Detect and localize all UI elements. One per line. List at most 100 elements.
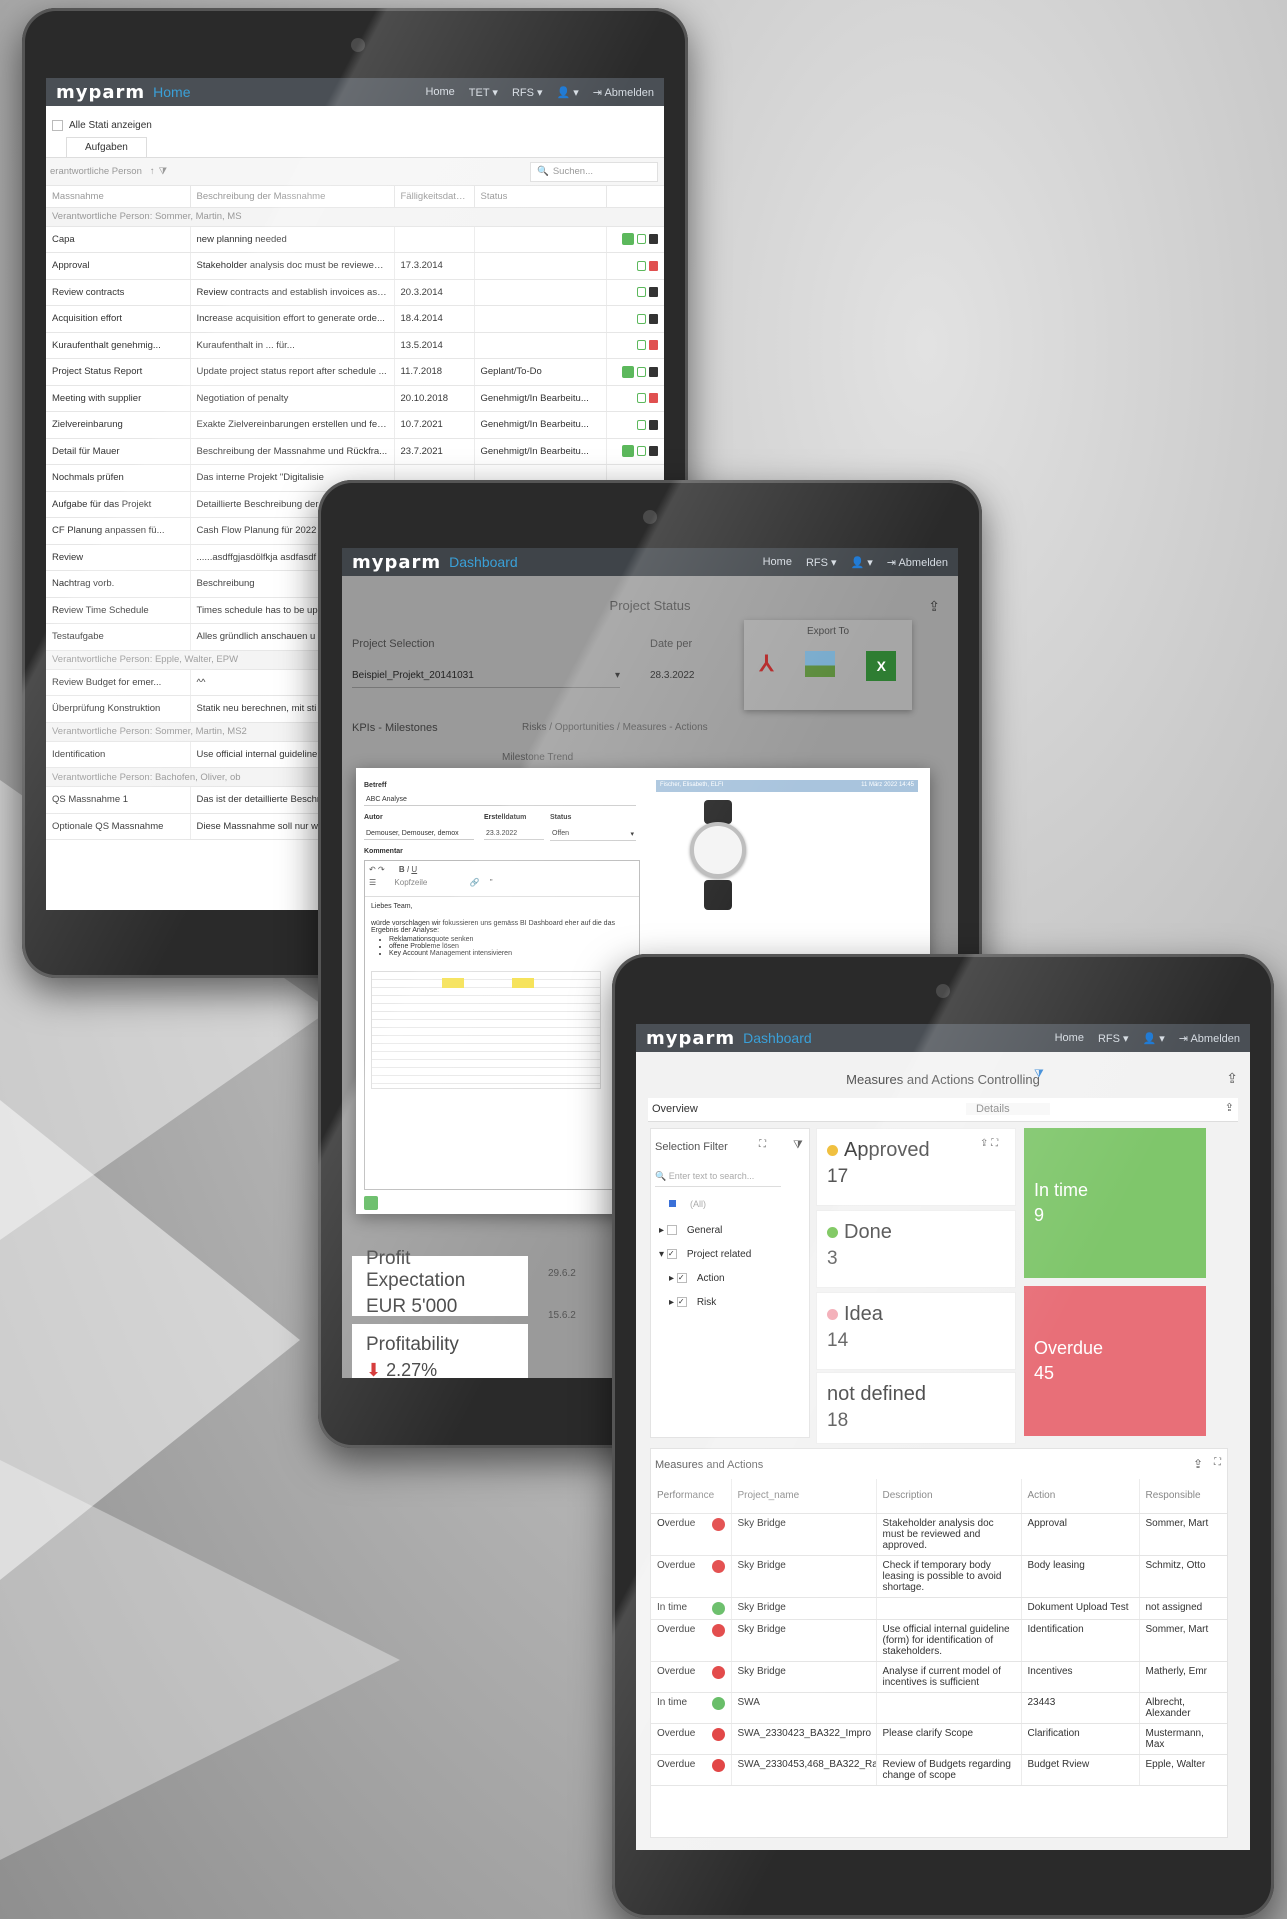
save-icon[interactable] <box>621 445 634 458</box>
save-icon[interactable] <box>621 233 634 246</box>
table-row[interactable]: In time Sky Bridge Dokument Upload Test not… <box>651 1597 1227 1620</box>
delete-icon[interactable] <box>648 366 658 377</box>
edit-icon[interactable] <box>636 393 646 404</box>
tree-all[interactable]: (All) <box>669 1199 706 1209</box>
project-select[interactable]: Beispiel_Projekt_20141031 ▾ <box>352 664 620 688</box>
table-row[interactable]: Overdue Sky Bridge Use official internal g… <box>651 1619 1227 1662</box>
image-icon[interactable] <box>804 651 835 677</box>
edit-icon[interactable] <box>636 366 646 377</box>
pdf-icon[interactable]: ⅄ <box>760 651 773 681</box>
nav-home[interactable]: Home <box>425 86 454 99</box>
table-row[interactable]: Overdue Sky Bridge Analyse if current mode… <box>651 1661 1227 1693</box>
tree-project-related[interactable]: ▾ ✓ Project related <box>659 1249 751 1260</box>
excel-icon[interactable]: X <box>866 651 897 681</box>
nav-logout[interactable]: ⇥ Abmelden <box>887 556 948 569</box>
nav-rfs[interactable]: RFS ▾ <box>512 86 543 99</box>
table-row[interactable]: Project Status Report Update project stat… <box>46 358 664 386</box>
tab-overview[interactable]: Overview <box>652 1103 698 1115</box>
column-header[interactable]: Action <box>1021 1479 1140 1514</box>
list-icon[interactable]: ☰ <box>369 878 376 887</box>
edit-icon[interactable] <box>636 234 646 245</box>
filter-icon[interactable]: ⧩ <box>159 166 167 177</box>
date-field[interactable]: 28.3.2022 <box>650 670 695 681</box>
group-by-chip[interactable]: erantwortliche Person <box>46 166 146 177</box>
save-icon[interactable] <box>621 365 634 378</box>
nav-home[interactable]: Home <box>1055 1032 1084 1045</box>
table-row[interactable]: Kuraufenthalt genehmig... Kuraufenthalt i… <box>46 332 664 359</box>
filter-icon[interactable]: ⧩ <box>1034 1068 1044 1081</box>
delete-icon[interactable] <box>648 340 658 351</box>
delete-icon[interactable] <box>648 393 658 404</box>
table-row[interactable]: Zielvereinbarung Exakte Zielvereinbarunge… <box>46 411 664 439</box>
edit-icon[interactable] <box>636 446 646 457</box>
delete-icon[interactable] <box>648 313 658 324</box>
delete-icon[interactable] <box>648 234 658 245</box>
nav-user[interactable]: 👤 ▾ <box>851 556 873 569</box>
group-row[interactable]: Verantwortliche Person: Sommer, Martin, … <box>46 207 664 227</box>
column-header[interactable]: Description <box>876 1479 1022 1514</box>
expand-icon[interactable]: ⛶ <box>1214 1457 1221 1468</box>
nav-tet[interactable]: TET ▾ <box>469 86 498 99</box>
underline-icon[interactable]: U <box>411 865 417 874</box>
share-icon[interactable]: ⇪ <box>1193 1457 1203 1471</box>
share-icon[interactable]: ⇪ <box>928 598 940 615</box>
performance-tile[interactable]: In time 9 <box>1024 1128 1206 1278</box>
performance-tile[interactable]: Overdue 45 <box>1024 1286 1206 1436</box>
table-row[interactable]: Overdue SWA_2330453,468_BA322_RantoReview… <box>651 1754 1227 1786</box>
show-all-checkbox[interactable] <box>52 120 63 131</box>
italic-icon[interactable]: I <box>407 865 409 874</box>
nav-user[interactable]: 👤 ▾ <box>557 86 579 99</box>
nav-home[interactable]: Home <box>763 556 792 569</box>
save-button[interactable] <box>364 1196 378 1210</box>
status-kpi-card[interactable]: not defined 18 <box>816 1372 1016 1444</box>
table-row[interactable]: Capa new planning needed <box>46 226 664 253</box>
quote-icon[interactable]: " <box>490 878 493 887</box>
bold-icon[interactable]: B <box>399 865 405 874</box>
tree-general[interactable]: ▸ General <box>659 1225 722 1236</box>
redo-icon[interactable]: ↷ <box>378 865 385 874</box>
table-row[interactable]: Review contracts Review contracts and est… <box>46 279 664 306</box>
tree-action[interactable]: ▸ ✓ Action <box>669 1273 725 1284</box>
tab-aufgaben[interactable]: Aufgaben <box>66 137 147 157</box>
table-row[interactable]: Meeting with supplier Negotiation of pena… <box>46 385 664 412</box>
edit-icon[interactable] <box>636 313 646 324</box>
table-row[interactable]: Overdue SWA_2330423_BA322_Impro Please cla… <box>651 1723 1227 1755</box>
column-header[interactable]: Project_name <box>731 1479 877 1514</box>
link-icon[interactable]: 🔗 <box>470 878 480 887</box>
rich-text-editor[interactable]: ↶ ↷ B I U ☰ Kopfzeile 🔗 " Liebes Team, w… <box>364 860 640 1190</box>
sort-icon[interactable]: ↑ <box>150 166 155 177</box>
search-input[interactable]: 🔍 Suchen... <box>530 161 658 182</box>
erstelldatum-input[interactable]: 23.3.2022 <box>484 828 544 840</box>
column-header[interactable]: Responsible <box>1139 1479 1227 1514</box>
column-header[interactable]: Status <box>474 186 607 208</box>
filter-search-input[interactable]: 🔍 Enter text to search... <box>655 1165 781 1187</box>
tab-risks[interactable]: Risks / Opportunities / Measures - Actio… <box>522 722 708 733</box>
table-row[interactable]: Overdue Sky Bridge Stakeholder analysis do… <box>651 1513 1227 1556</box>
expand-icon[interactable]: ⛶ <box>759 1139 766 1150</box>
column-header[interactable]: Performance <box>651 1479 732 1514</box>
nav-logout[interactable]: ⇥ Abmelden <box>593 86 654 99</box>
table-row[interactable]: Approval Stakeholder analysis doc must be… <box>46 252 664 280</box>
tree-risk[interactable]: ▸ ✓ Risk <box>669 1297 716 1308</box>
tab-details[interactable]: Details <box>966 1103 1050 1115</box>
edit-icon[interactable] <box>636 260 646 271</box>
column-header[interactable]: Massnahme <box>46 186 191 208</box>
edit-icon[interactable] <box>636 419 646 430</box>
column-header[interactable]: Beschreibung der Massnahme <box>190 186 395 208</box>
table-row[interactable]: Detail für Mauer Beschreibung der Massnah… <box>46 438 664 465</box>
autor-input[interactable]: Demouser, Demouser, demox <box>364 828 474 840</box>
nav-rfs[interactable]: RFS ▾ <box>1098 1032 1129 1045</box>
undo-icon[interactable]: ↶ <box>369 865 376 874</box>
nav-logout[interactable]: ⇥ Abmelden <box>1179 1032 1240 1045</box>
font-style-select[interactable]: Kopfzeile <box>394 878 427 887</box>
delete-icon[interactable] <box>648 287 658 298</box>
delete-icon[interactable] <box>648 446 658 457</box>
table-row[interactable]: In time SWA 23443 Albrecht, Alexander <box>651 1692 1227 1724</box>
nav-user[interactable]: 👤 ▾ <box>1143 1032 1165 1045</box>
tab-kpi-milestones[interactable]: KPIs - Milestones <box>352 722 438 734</box>
status-kpi-card[interactable]: Idea 14 <box>816 1292 1016 1370</box>
column-header[interactable]: Fälligkeitsdatum <box>394 186 475 208</box>
status-select[interactable]: Offen ▾ <box>550 828 636 841</box>
betreff-input[interactable]: ABC Analyse <box>364 794 636 806</box>
edit-icon[interactable] <box>636 340 646 351</box>
